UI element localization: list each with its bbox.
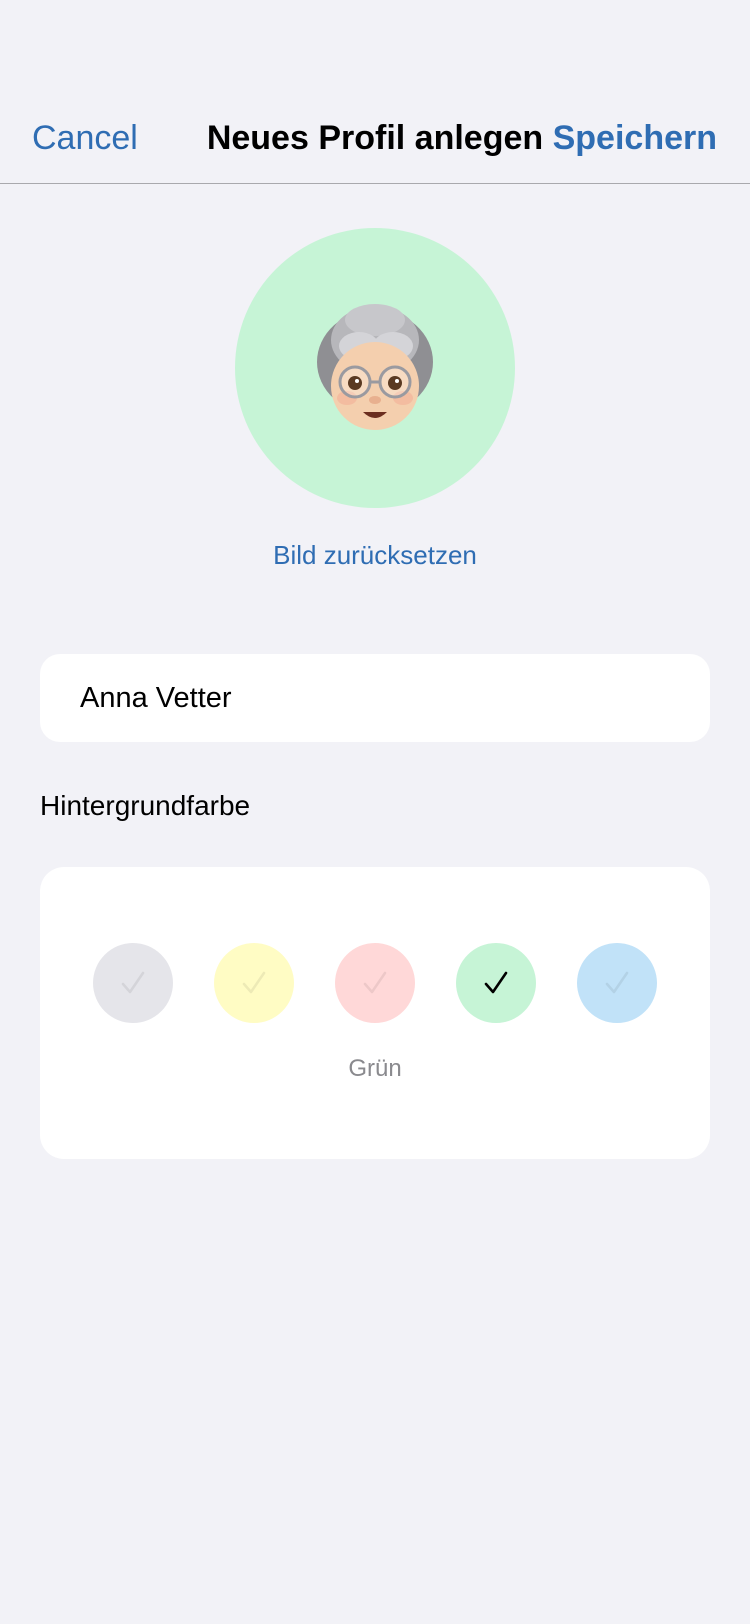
color-picker-card: Grün <box>40 867 710 1159</box>
navigation-bar: Neues Profil anlegen Cancel Speichern <box>0 0 750 184</box>
checkmark-icon <box>484 971 508 994</box>
name-field-container <box>40 654 710 742</box>
cancel-button[interactable]: Cancel <box>32 119 138 158</box>
selected-color-name: Grün <box>348 1055 402 1082</box>
profile-avatar[interactable] <box>235 228 515 508</box>
color-swatch-green[interactable] <box>456 943 536 1023</box>
checkmark-icon <box>363 971 387 994</box>
grandmother-memoji-icon <box>317 304 433 430</box>
color-swatch-blue[interactable] <box>577 943 657 1023</box>
checkmark-icon <box>242 971 266 994</box>
checkmark-icon <box>121 971 145 994</box>
name-input[interactable] <box>80 681 680 715</box>
color-swatch-gray[interactable] <box>93 943 173 1023</box>
color-swatch-yellow[interactable] <box>214 943 294 1023</box>
save-button[interactable]: Speichern <box>553 119 717 158</box>
background-color-label: Hintergrundfarbe <box>40 790 251 821</box>
checkmark-icon <box>605 971 629 994</box>
color-swatch-red[interactable] <box>335 943 415 1023</box>
reset-image-link[interactable]: Bild zurücksetzen <box>0 540 750 571</box>
